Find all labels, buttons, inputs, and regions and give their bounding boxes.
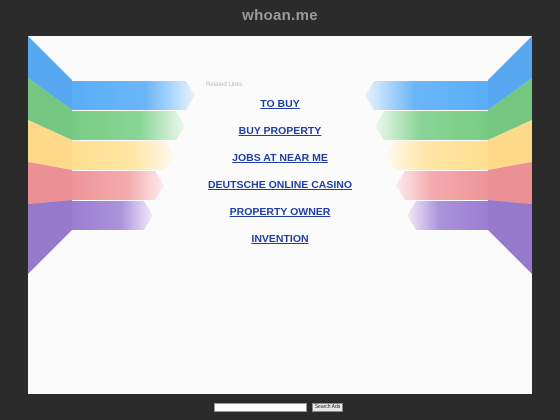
search-ads-button[interactable]: Search Ads [312,403,343,412]
site-domain-title: whoan.me [242,7,318,24]
related-links-label: Related Links [206,82,243,88]
link-jobs-at-near-me[interactable]: JOBS AT NEAR ME [232,152,328,164]
link-property-owner[interactable]: PROPERTY OWNER [230,206,331,218]
link-buy-property[interactable]: BUY PROPERTY [239,125,322,137]
list-item: BUY PROPERTY [178,120,382,147]
list-item: INVENTION [178,228,382,255]
search-input[interactable] [214,403,307,412]
link-to-buy[interactable]: TO BUY [260,98,299,110]
list-item: DEUTSCHE ONLINE CASINO [178,174,382,201]
link-deutsche-online-casino[interactable]: DEUTSCHE ONLINE CASINO [208,179,352,191]
list-item: JOBS AT NEAR ME [178,147,382,174]
content-panel: Related Links TO BUY BUY PROPERTY JOBS A… [28,36,532,394]
list-item: TO BUY [178,93,382,120]
related-links-list: TO BUY BUY PROPERTY JOBS AT NEAR ME DEUT… [178,93,382,255]
link-invention[interactable]: INVENTION [251,233,308,245]
list-item: PROPERTY OWNER [178,201,382,228]
